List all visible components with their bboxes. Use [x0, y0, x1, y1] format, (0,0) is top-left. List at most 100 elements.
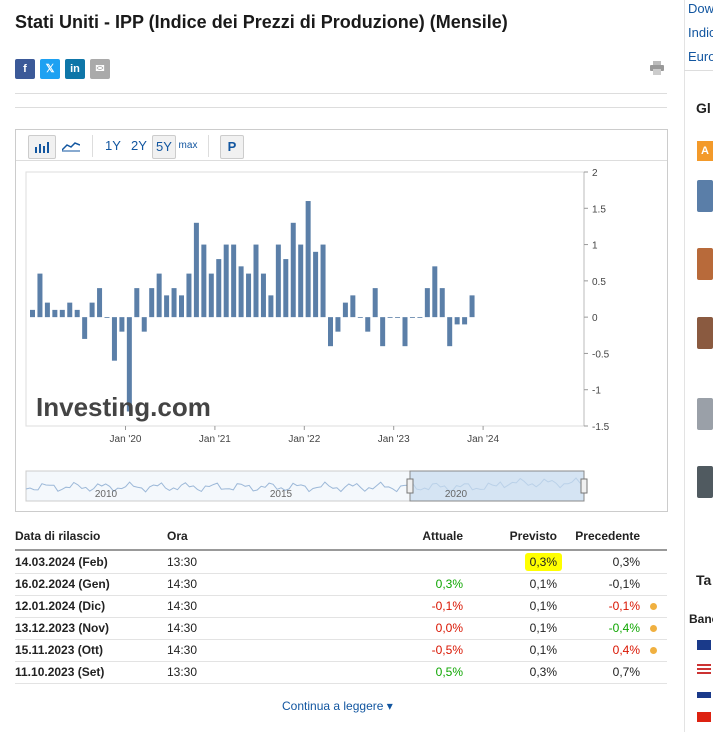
forecast-cell: 0,1% [530, 577, 557, 591]
bar [119, 317, 125, 332]
chart-panel: 1Y 2Y 5Y max P 2 1.5 1 0.5 0 -0.5 -1 -1.5 Jan '2… [15, 129, 668, 512]
avatar[interactable] [697, 248, 713, 280]
bar [37, 273, 43, 318]
linkedin-share-button[interactable]: in [65, 59, 85, 79]
bar [275, 244, 281, 318]
bar [231, 244, 237, 318]
avatar[interactable] [697, 180, 713, 212]
bar [357, 317, 363, 318]
bar [365, 317, 371, 332]
forecast-value: 0,1% [529, 643, 557, 657]
bar [149, 288, 155, 318]
table-row: 16.02.2024 (Gen) 14:30 0,3% 0,1% -0,1% [15, 573, 667, 596]
bar [193, 222, 199, 318]
bar [342, 302, 348, 318]
bar [253, 244, 259, 318]
release-date: 12.01.2024 (Dic) [15, 599, 106, 613]
bar [350, 295, 356, 318]
forecast-cell: 0,1% [530, 599, 557, 613]
continue-reading-link[interactable]: Continua a leggere ▾ [282, 699, 393, 713]
sidebar-link-2[interactable]: Indic [688, 25, 713, 40]
bar [216, 259, 222, 318]
bar [30, 309, 35, 318]
bar [432, 266, 438, 318]
bar [186, 273, 192, 318]
bar [89, 302, 95, 318]
actual-value: 0,5% [435, 665, 463, 679]
bar [223, 244, 229, 318]
revision-dot-icon[interactable] [650, 647, 657, 654]
header-time[interactable]: Ora [167, 529, 188, 543]
x-tick-label: Jan '24 [467, 434, 499, 445]
bar [179, 295, 184, 318]
header-forecast[interactable]: Previsto [510, 529, 557, 543]
avatar[interactable] [697, 466, 713, 498]
actual-value: -0,5% [431, 643, 463, 657]
previous-value: 0,7% [612, 665, 640, 679]
bar [409, 317, 415, 318]
sidebar-border [684, 0, 685, 732]
bar [171, 288, 177, 318]
avatar[interactable] [697, 317, 713, 349]
previous-value: 0,4% [612, 643, 640, 657]
release-date: 15.11.2023 (Ott) [15, 643, 104, 657]
email-share-button[interactable]: ✉ [90, 59, 110, 79]
y-tick-label: 0 [592, 313, 598, 324]
x-share-button[interactable]: 𝕏 [40, 59, 60, 79]
facebook-share-button[interactable]: f [15, 59, 35, 79]
forecast-value: 0,1% [529, 621, 557, 635]
sidebar-heading-3: Banc [689, 612, 713, 626]
table-row: 11.10.2023 (Set) 13:30 0,5% 0,3% 0,7% [15, 661, 667, 684]
bar [104, 317, 110, 318]
table-row: 12.01.2024 (Dic) 14:30 -0,1% 0,1% -0,1% [15, 595, 667, 618]
release-time: 14:30 [167, 621, 198, 635]
navigator-year-label: 2010 [95, 489, 118, 500]
bar [298, 244, 304, 318]
print-icon[interactable] [650, 61, 664, 75]
bar [335, 317, 341, 332]
header-date[interactable]: Data di rilascio [15, 529, 100, 543]
header-actual[interactable]: Attuale [422, 529, 463, 543]
bar [201, 244, 207, 318]
release-date: 13.12.2023 (Nov) [15, 621, 110, 635]
us-flag-icon [697, 664, 711, 674]
navigator-handle[interactable] [406, 478, 414, 494]
bar [52, 309, 58, 318]
bar [134, 288, 140, 318]
navigator-selection [409, 470, 585, 502]
sidebar-heading-2: Ta [696, 572, 712, 588]
header-previous[interactable]: Precedente [575, 529, 640, 543]
bar [82, 317, 88, 339]
sidebar-heading: Gl [696, 100, 711, 116]
x-tick-label: Jan '21 [199, 434, 231, 445]
bar-chart: 2 1.5 1 0.5 0 -0.5 -1 -1.5 Jan '20 Jan '21 Jan '22… [25, 168, 610, 502]
y-tick-label: 1 [592, 241, 598, 252]
bar [111, 317, 117, 361]
sidebar-link-1[interactable]: Dow [688, 1, 713, 16]
navigator-year-label: 2020 [445, 489, 468, 500]
release-time: 13:30 [167, 555, 198, 569]
navigator-handle[interactable] [580, 478, 588, 494]
x-tick-label: Jan '20 [110, 434, 142, 445]
avatar[interactable] [697, 398, 713, 430]
forecast-cell: 0,1% [530, 643, 557, 657]
bar [395, 317, 401, 318]
bar [67, 302, 73, 318]
bar [164, 295, 170, 318]
sidebar-link-3[interactable]: Euro [688, 49, 713, 64]
divider [15, 107, 667, 108]
table-row: 15.11.2023 (Ott) 14:30 -0,5% 0,1% 0,4% [15, 639, 667, 662]
bar [328, 317, 333, 347]
previous-value: -0,1% [608, 577, 640, 591]
forecast-value: 0,1% [529, 599, 557, 613]
sidebar-badge[interactable]: A [697, 141, 713, 161]
revision-dot-icon[interactable] [650, 603, 657, 610]
bar [268, 295, 274, 318]
revision-dot-icon[interactable] [650, 625, 657, 632]
page-title: Stati Uniti - IPP (Indice dei Prezzi di … [15, 12, 508, 32]
bar [74, 309, 80, 318]
y-tick-label: 0.5 [592, 277, 606, 288]
bar [469, 295, 475, 318]
x-tick-label: Jan '22 [288, 434, 320, 445]
y-tick-label: 1.5 [592, 204, 606, 215]
